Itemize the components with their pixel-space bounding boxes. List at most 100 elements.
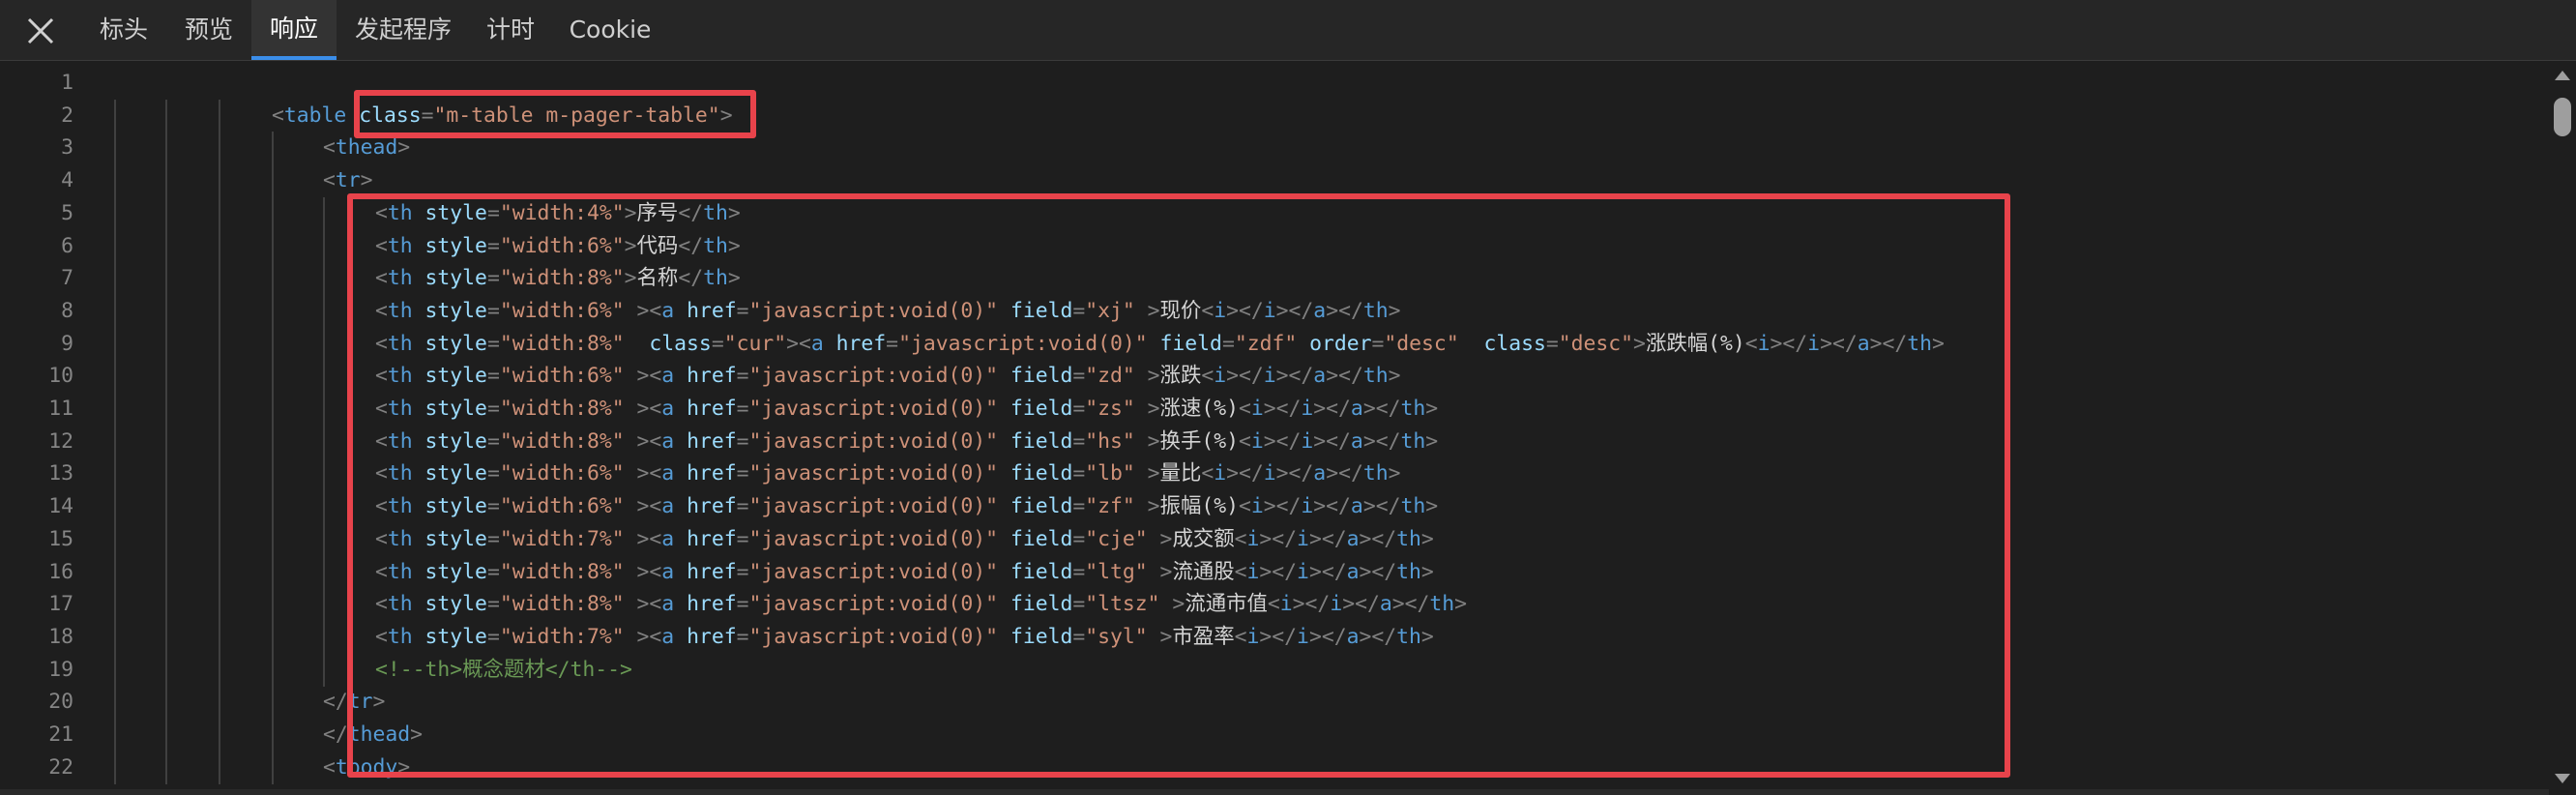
- indent-guide: [165, 425, 167, 458]
- line-number: 17: [48, 592, 73, 617]
- indent-guide: [165, 719, 167, 751]
- line-number: 18: [48, 624, 73, 649]
- indent-guide: [272, 164, 274, 198]
- indent-guide: [165, 686, 167, 720]
- indent-guide: [219, 457, 220, 491]
- indent-guide: [272, 555, 274, 589]
- indent-guide: [219, 653, 220, 687]
- indent-guide: [165, 196, 167, 230]
- line-number: 2: [61, 103, 73, 128]
- indent-guide: [272, 490, 274, 524]
- indent-guide: [165, 588, 167, 622]
- indent-guide: [323, 653, 325, 687]
- indent-guide: [323, 555, 325, 589]
- indent-guide: [323, 490, 325, 524]
- indent-guide: [114, 294, 116, 328]
- code-token: >: [397, 135, 411, 161]
- indent-guide: [219, 294, 220, 328]
- close-icon: [27, 17, 54, 44]
- response-code-editor[interactable]: 22 <tbody> 21 </thead> 20 </tr> 19 <!--th>概念题材<…: [0, 61, 2576, 795]
- scroll-thumb[interactable]: [2554, 98, 2571, 136]
- indent-guide: [323, 196, 325, 230]
- indent-guide: [219, 522, 220, 556]
- tab-response[interactable]: 响应: [251, 0, 337, 60]
- code-text: <tr>: [323, 164, 373, 197]
- indent-guide: [323, 425, 325, 458]
- indent-guide: [272, 588, 274, 622]
- tab-preview[interactable]: 预览: [170, 0, 248, 60]
- indent-guide: [272, 360, 274, 394]
- code-token: tr: [335, 168, 361, 193]
- code-token: thead: [335, 135, 398, 161]
- indent-guide: [219, 164, 220, 198]
- indent-guide: [114, 327, 116, 361]
- indent-guide: [165, 653, 167, 687]
- indent-guide: [323, 229, 325, 263]
- indent-guide: [323, 360, 325, 394]
- tab-cookie[interactable]: Cookie: [561, 0, 659, 60]
- indent-guide: [114, 686, 116, 720]
- indent-guide: [165, 393, 167, 426]
- indent-guide: [272, 457, 274, 491]
- code-token: <: [272, 103, 284, 128]
- indent-guide: [219, 555, 220, 589]
- line-number: 20: [48, 690, 73, 715]
- tab-timing[interactable]: 计时: [474, 0, 547, 60]
- indent-guide: [114, 555, 116, 589]
- indent-guide: [219, 196, 220, 230]
- code-token: </: [323, 690, 348, 715]
- indent-guide: [114, 229, 116, 263]
- indent-guide: [165, 229, 167, 263]
- tab-initiator[interactable]: 发起程序: [344, 0, 462, 60]
- vertical-scrollbar[interactable]: [2549, 61, 2576, 795]
- indent-guide: [114, 588, 116, 622]
- code-token: <: [323, 754, 336, 780]
- indent-guide: [114, 522, 116, 556]
- indent-guide: [165, 327, 167, 361]
- line-number: 16: [48, 559, 73, 584]
- line-number: 3: [61, 135, 73, 161]
- line-number: 19: [48, 657, 73, 682]
- line-number: 8: [61, 298, 73, 323]
- horizontal-scrollbar[interactable]: [0, 789, 2549, 795]
- indent-guide: [114, 99, 116, 132]
- indent-guide: [219, 620, 220, 654]
- indent-guide: [272, 719, 274, 751]
- indent-guide: [114, 653, 116, 687]
- indent-guide: [272, 196, 274, 230]
- indent-guide: [114, 490, 116, 524]
- line-number: 1: [61, 71, 73, 95]
- line-number: 22: [48, 754, 73, 780]
- indent-guide: [323, 393, 325, 426]
- close-button[interactable]: [21, 12, 60, 50]
- indent-guide: [165, 164, 167, 198]
- line-number: 13: [48, 461, 73, 486]
- highlight-box-table-class: [354, 90, 756, 138]
- line-number: 4: [61, 168, 73, 193]
- indent-guide: [165, 132, 167, 165]
- indent-guide: [114, 196, 116, 230]
- indent-guide: [272, 751, 274, 784]
- indent-guide: [323, 522, 325, 556]
- indent-guide: [165, 294, 167, 328]
- indent-guide: [114, 262, 116, 296]
- code-token: >: [360, 168, 373, 193]
- indent-guide: [165, 490, 167, 524]
- code-token: table: [283, 103, 347, 128]
- tab-headers[interactable]: 标头: [85, 0, 162, 60]
- line-number: 15: [48, 526, 73, 551]
- indent-guide: [219, 360, 220, 394]
- code-line: 4 <tr>: [0, 164, 2533, 198]
- indent-guide: [114, 132, 116, 165]
- scroll-down-arrow-icon[interactable]: [2555, 774, 2570, 783]
- line-number: 9: [61, 331, 73, 356]
- indent-guide: [219, 393, 220, 426]
- indent-guide: [219, 262, 220, 296]
- scroll-up-arrow-icon[interactable]: [2555, 71, 2570, 80]
- line-number: 11: [48, 397, 73, 421]
- code-token: <: [323, 168, 336, 193]
- indent-guide: [272, 132, 274, 165]
- indent-guide: [165, 555, 167, 589]
- indent-guide: [165, 99, 167, 132]
- line-number: 21: [48, 722, 73, 747]
